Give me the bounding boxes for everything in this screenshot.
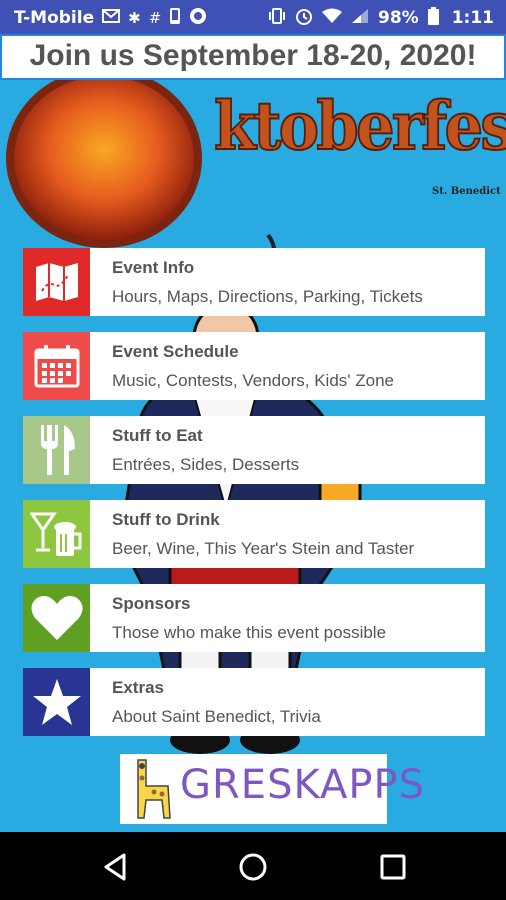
circle-icon [189, 7, 207, 29]
app-content: ktoberfest St. Benedict Event Info Hours… [0, 80, 506, 832]
phone-icon [169, 7, 181, 29]
star-icon-tile [23, 668, 90, 736]
menu-item-title: Stuff to Eat [112, 425, 203, 445]
menu-item-title: Stuff to Drink [112, 509, 220, 529]
fork-knife-icon-tile [23, 416, 90, 484]
recents-icon[interactable] [378, 852, 408, 882]
alarm-icon [295, 7, 313, 29]
brand-name: GRESKAPPS [180, 762, 425, 808]
vibrate-icon [268, 7, 286, 29]
menu-item-title: Event Info [112, 257, 195, 277]
home-icon[interactable] [238, 852, 268, 882]
battery-icon [427, 7, 439, 29]
clock: 1:11 [451, 8, 494, 28]
carrier-label: T-Mobile [14, 8, 95, 28]
mail-icon [102, 9, 121, 27]
greskapps-logo[interactable]: GRESKAPPS [120, 754, 424, 824]
event-date-banner: Join us September 18-20, 2020! [0, 34, 506, 80]
menu-item-subtitle: Hours, Maps, Directions, Parking, Ticket… [112, 286, 423, 306]
menu-item-stuff-to-eat[interactable]: Stuff to Eat Entrées, Sides, Desserts [23, 416, 485, 484]
logo-subtitle: St. Benedict [432, 186, 501, 197]
slack-icon: ✱ [128, 9, 141, 27]
menu-item-title: Extras [112, 677, 164, 697]
menu-item-subtitle: Those who make this event possible [112, 622, 387, 642]
menu-item-subtitle: Music, Contests, Vendors, Kids' Zone [112, 370, 394, 390]
map-icon-tile [23, 248, 90, 316]
menu-item-subtitle: About Saint Benedict, Trivia [112, 706, 321, 726]
wifi-icon [322, 8, 342, 28]
menu-item-event-info[interactable]: Event Info Hours, Maps, Directions, Park… [23, 248, 485, 316]
menu-item-sponsors[interactable]: Sponsors Those who make this event possi… [23, 584, 485, 652]
giraffe-icon [137, 759, 171, 819]
map-icon [35, 263, 78, 301]
drinks-icon [29, 512, 81, 556]
calendar-icon-tile [23, 332, 90, 400]
star-icon [32, 679, 81, 725]
back-icon[interactable] [100, 852, 130, 882]
battery-percent: 98% [378, 8, 419, 28]
drinks-icon-tile [23, 500, 90, 568]
menu-item-extras[interactable]: Extras About Saint Benedict, Trivia [23, 668, 485, 736]
calendar-icon [34, 345, 79, 388]
menu-item-title: Event Schedule [112, 341, 239, 361]
hashtag-icon: # [148, 9, 162, 27]
signal-icon [351, 8, 369, 28]
heart-icon-tile [23, 584, 90, 652]
heart-icon [30, 596, 83, 640]
logo-wordmark: ktoberfest [213, 86, 506, 166]
menu-item-subtitle: Entrées, Sides, Desserts [112, 454, 300, 474]
main-menu: Event Info Hours, Maps, Directions, Park… [23, 248, 485, 752]
menu-item-stuff-to-drink[interactable]: Stuff to Drink Beer, Wine, This Year's S… [23, 500, 485, 568]
navigation-bar [0, 832, 506, 900]
menu-item-subtitle: Beer, Wine, This Year's Stein and Taster [112, 538, 415, 558]
status-bar: T-Mobile ✱ # 98% 1:11 [0, 0, 506, 34]
menu-item-title: Sponsors [112, 593, 191, 613]
menu-item-event-schedule[interactable]: Event Schedule Music, Contests, Vendors,… [23, 332, 485, 400]
fork-knife-icon [40, 425, 75, 475]
